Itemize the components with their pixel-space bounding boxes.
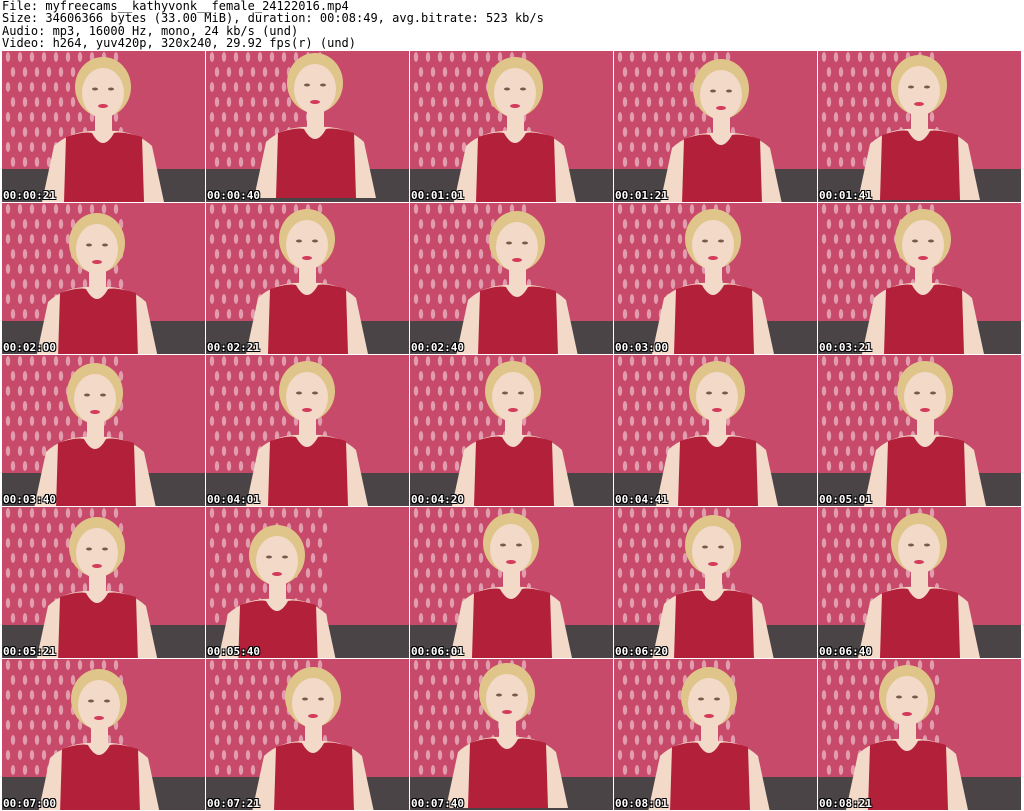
video-frame-thumbnail: 00:03:40 — [2, 355, 205, 506]
video-frame-thumbnail: 00:07:40 — [410, 659, 613, 810]
frame-image — [818, 659, 1021, 810]
frame-timestamp: 00:04:20 — [411, 493, 464, 506]
frame-timestamp: 00:01:21 — [615, 189, 668, 202]
frame-image — [2, 507, 205, 658]
video-frame-thumbnail: 00:03:21 — [818, 203, 1021, 354]
frame-timestamp: 00:05:21 — [3, 645, 56, 658]
video-frame-thumbnail: 00:05:21 — [2, 507, 205, 658]
frame-timestamp: 00:08:21 — [819, 797, 872, 810]
video-frame-thumbnail: 00:00:40 — [206, 51, 409, 202]
frame-image — [614, 507, 817, 658]
frame-image — [2, 659, 205, 810]
frame-timestamp: 00:07:00 — [3, 797, 56, 810]
frame-image — [818, 507, 1021, 658]
frame-image — [614, 51, 817, 202]
frame-image — [2, 355, 205, 506]
frame-image — [2, 51, 205, 202]
frame-timestamp: 00:03:00 — [615, 341, 668, 354]
frame-timestamp: 00:01:01 — [411, 189, 464, 202]
frame-image — [818, 203, 1021, 354]
frame-image — [410, 355, 613, 506]
frame-timestamp: 00:07:21 — [207, 797, 260, 810]
video-frame-thumbnail: 00:04:41 — [614, 355, 817, 506]
video-frame-thumbnail: 00:04:01 — [206, 355, 409, 506]
frame-timestamp: 00:04:41 — [615, 493, 668, 506]
frame-image — [410, 507, 613, 658]
frame-image — [614, 659, 817, 810]
frame-timestamp: 00:02:00 — [3, 341, 56, 354]
frame-timestamp: 00:06:20 — [615, 645, 668, 658]
frame-timestamp: 00:06:01 — [411, 645, 464, 658]
frame-timestamp: 00:00:40 — [207, 189, 260, 202]
video-frame-thumbnail: 00:04:20 — [410, 355, 613, 506]
video-frame-thumbnail: 00:03:00 — [614, 203, 817, 354]
video-frame-thumbnail: 00:01:01 — [410, 51, 613, 202]
frame-image — [2, 203, 205, 354]
video-frame-thumbnail: 00:02:40 — [410, 203, 613, 354]
frame-timestamp: 00:03:21 — [819, 341, 872, 354]
thumbnail-grid: 00:00:21 00:00:40 00:01:01 00:01:21 00:01:41… — [2, 51, 1022, 811]
file-info-header: File: myfreecams__kathyvonk__female_2412… — [2, 0, 1022, 50]
frame-image — [410, 51, 613, 202]
frame-image — [410, 203, 613, 354]
frame-timestamp: 00:05:40 — [207, 645, 260, 658]
frame-image — [206, 507, 409, 658]
frame-image — [206, 203, 409, 354]
frame-timestamp: 00:03:40 — [3, 493, 56, 506]
frame-image — [206, 51, 409, 202]
video-frame-thumbnail: 00:06:20 — [614, 507, 817, 658]
video-frame-thumbnail: 00:07:00 — [2, 659, 205, 810]
video-frame-thumbnail: 00:01:21 — [614, 51, 817, 202]
video-frame-thumbnail: 00:02:00 — [2, 203, 205, 354]
video-frame-thumbnail: 00:05:40 — [206, 507, 409, 658]
frame-timestamp: 00:08:01 — [615, 797, 668, 810]
frame-timestamp: 00:07:40 — [411, 797, 464, 810]
video-frame-thumbnail: 00:05:01 — [818, 355, 1021, 506]
video-frame-thumbnail: 00:08:01 — [614, 659, 817, 810]
video-frame-thumbnail: 00:06:40 — [818, 507, 1021, 658]
video-frame-thumbnail: 00:08:21 — [818, 659, 1021, 810]
video-frame-thumbnail: 00:07:21 — [206, 659, 409, 810]
frame-image — [614, 203, 817, 354]
video-info-line: Video: h264, yuv420p, 320x240, 29.92 fps… — [2, 36, 357, 51]
frame-timestamp: 00:02:40 — [411, 341, 464, 354]
frame-image — [818, 355, 1021, 506]
video-frame-thumbnail: 00:01:41 — [818, 51, 1021, 202]
video-frame-thumbnail: 00:02:21 — [206, 203, 409, 354]
frame-image — [818, 51, 1021, 202]
frame-image — [410, 659, 613, 810]
file-size-line: Size: 34606366 bytes (33.00 MiB), durati… — [2, 11, 544, 26]
frame-timestamp: 00:00:21 — [3, 189, 56, 202]
video-frame-thumbnail: 00:00:21 — [2, 51, 205, 202]
frame-timestamp: 00:01:41 — [819, 189, 872, 202]
frame-image — [614, 355, 817, 506]
frame-image — [206, 659, 409, 810]
frame-timestamp: 00:04:01 — [207, 493, 260, 506]
video-frame-thumbnail: 00:06:01 — [410, 507, 613, 658]
frame-timestamp: 00:05:01 — [819, 493, 872, 506]
frame-timestamp: 00:06:40 — [819, 645, 872, 658]
frame-timestamp: 00:02:21 — [207, 341, 260, 354]
frame-image — [206, 355, 409, 506]
